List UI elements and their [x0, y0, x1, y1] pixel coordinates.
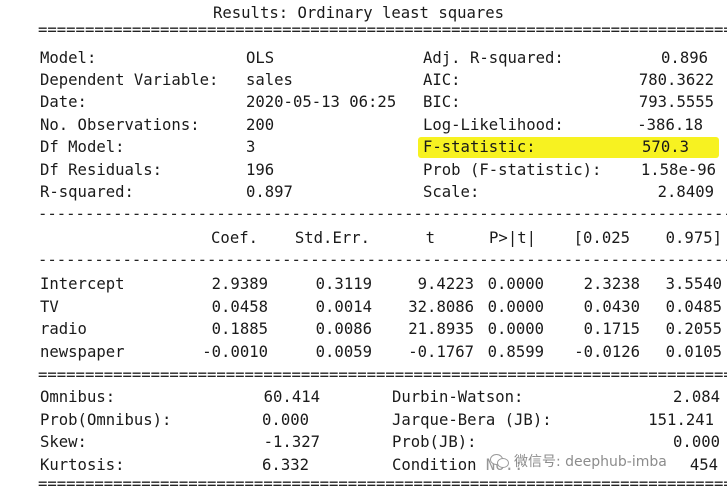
- coef-cell: 3.5540: [665, 275, 722, 293]
- single-rule: ----------------------------------------…: [38, 251, 727, 269]
- diag-label: Skew:: [40, 433, 87, 451]
- summary-label: Model:: [40, 49, 97, 67]
- coef-cell: -0.0126: [574, 343, 640, 361]
- coef-cell: 0.1885: [211, 320, 268, 338]
- summary-label: Dependent Variable:: [40, 71, 219, 89]
- summary-value: 1.58e-96: [640, 161, 716, 179]
- f-statistic-value: 570.3: [642, 138, 689, 156]
- ols-results-panel: Results: Ordinary least squares ========…: [28, 0, 727, 493]
- diag-value: 0.000: [262, 411, 309, 429]
- coef-cell: -0.1767: [408, 343, 474, 361]
- summary-value: sales: [246, 71, 293, 89]
- diag-value: 6.332: [262, 456, 309, 474]
- summary-label: No. Observations:: [40, 116, 200, 134]
- summary-label: Adj. R-squared:: [423, 49, 564, 67]
- coef-cell: 0.1715: [583, 320, 640, 338]
- coef-name: Intercept: [40, 275, 125, 293]
- watermark-text: 微信号: deephub-imba: [514, 454, 667, 470]
- wechat-icon: [490, 453, 510, 469]
- diag-value: 0.000: [673, 433, 720, 451]
- coef-header: [0.025: [573, 229, 630, 247]
- coef-cell: 0.0458: [211, 298, 268, 316]
- coef-cell: 32.8086: [408, 298, 474, 316]
- coef-name: radio: [40, 320, 87, 338]
- summary-label: Scale:: [423, 183, 480, 201]
- coef-cell: 0.0000: [487, 320, 544, 338]
- diag-label: Omnibus:: [40, 388, 116, 406]
- coef-name: newspaper: [40, 343, 125, 361]
- diag-label: Kurtosis:: [40, 456, 125, 474]
- coef-cell: 21.8935: [408, 320, 474, 338]
- coef-cell: 0.3119: [315, 275, 372, 293]
- coef-cell: -0.0010: [202, 343, 268, 361]
- single-rule: ----------------------------------------…: [38, 205, 727, 223]
- summary-value: 196: [246, 161, 275, 179]
- coef-cell: 0.0000: [487, 275, 544, 293]
- summary-value: 793.5555: [638, 93, 714, 111]
- summary-value: 780.3622: [638, 71, 714, 89]
- summary-value: 2.8409: [657, 183, 714, 201]
- summary-label: Df Model:: [40, 138, 125, 156]
- coef-cell: 2.9389: [211, 275, 268, 293]
- coef-header: Coef.: [211, 229, 258, 247]
- coef-cell: 0.8599: [487, 343, 544, 361]
- coef-cell: 0.0000: [487, 298, 544, 316]
- diag-value: 2.084: [673, 388, 720, 406]
- summary-value: 0.897: [246, 183, 293, 201]
- summary-value: 200: [246, 116, 275, 134]
- coef-header: P>|t|: [489, 229, 536, 247]
- coef-header: t: [425, 229, 435, 247]
- coef-cell: 2.3238: [583, 275, 640, 293]
- summary-value: 2020-05-13 06:25: [246, 93, 397, 111]
- coef-cell: 0.0059: [315, 343, 372, 361]
- coef-cell: 0.2055: [665, 320, 722, 338]
- summary-value: OLS: [246, 49, 275, 67]
- double-rule: ========================================…: [38, 366, 727, 384]
- coef-cell: 0.0014: [315, 298, 372, 316]
- summary-value: -386.18: [637, 116, 703, 134]
- summary-label: Date:: [40, 93, 87, 111]
- diag-label: Jarque-Bera (JB):: [392, 411, 552, 429]
- double-rule-bottom: ========================================…: [38, 475, 727, 493]
- diag-label: Durbin-Watson:: [392, 388, 524, 406]
- summary-label: AIC:: [423, 71, 461, 89]
- summary-label: BIC:: [423, 93, 461, 111]
- diag-value: 60.414: [263, 388, 320, 406]
- diag-value: -1.327: [263, 433, 320, 451]
- coef-cell: 0.0086: [315, 320, 372, 338]
- watermark: 微信号: deephub-imba: [487, 451, 670, 471]
- coef-header: Std.Err.: [294, 229, 370, 247]
- coef-header: 0.975]: [665, 229, 722, 247]
- coef-name: TV: [40, 298, 59, 316]
- summary-label: Prob (F-statistic):: [423, 161, 602, 179]
- coef-cell: 0.0430: [583, 298, 640, 316]
- diag-value: 151.241: [648, 411, 714, 429]
- summary-label: Df Residuals:: [40, 161, 163, 179]
- double-rule-top: ========================================…: [38, 21, 727, 39]
- diag-label: Prob(Omnibus):: [40, 411, 172, 429]
- diag-label: Prob(JB):: [392, 433, 477, 451]
- coef-cell: 0.0485: [665, 298, 722, 316]
- summary-label: R-squared:: [40, 183, 134, 201]
- summary-value: 3: [246, 138, 256, 156]
- summary-value: 0.896: [661, 49, 708, 67]
- summary-label: Log-Likelihood:: [423, 116, 564, 134]
- coef-cell: 9.4223: [417, 275, 474, 293]
- coef-cell: 0.0105: [665, 343, 722, 361]
- f-statistic-label: F-statistic:: [423, 138, 536, 156]
